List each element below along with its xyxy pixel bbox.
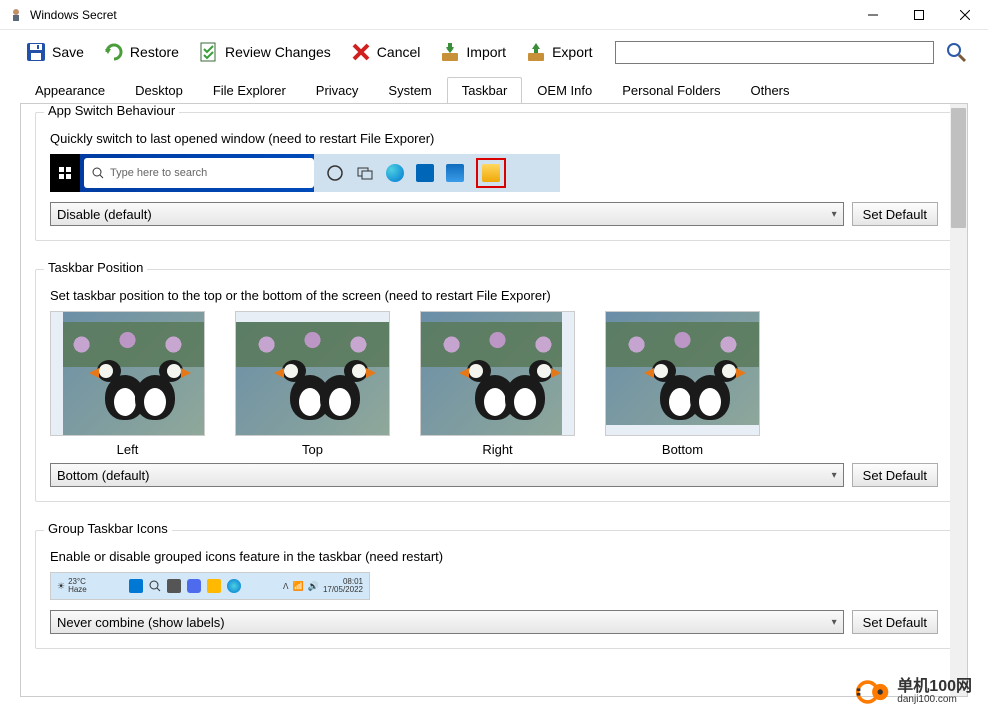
preview-folder-icon [207,579,221,593]
preview-store-icon [416,164,434,182]
tab-bar: Appearance Desktop File Explorer Privacy… [0,76,988,103]
search-icon[interactable] [944,40,968,64]
tab-appearance[interactable]: Appearance [20,77,120,104]
tab-file-explorer[interactable]: File Explorer [198,77,301,104]
desc-position: Set taskbar position to the top or the b… [50,288,938,303]
export-label: Export [552,44,592,60]
group-taskbar-position: Taskbar Position Set taskbar position to… [35,269,953,502]
preview-date: 17/05/2022 [323,586,363,594]
preview-search-text: Type here to search [110,167,207,179]
maximize-button[interactable] [896,0,942,30]
tab-desktop[interactable]: Desktop [120,77,198,104]
preview-taskbar-switch: Type here to search [50,154,560,192]
thumb-label-top: Top [302,442,323,457]
cancel-icon [349,40,373,64]
desc-group: Enable or disable grouped icons feature … [50,549,938,564]
thumb-label-bottom: Bottom [662,442,703,457]
import-label: Import [466,44,506,60]
tab-privacy[interactable]: Privacy [301,77,374,104]
tab-taskbar[interactable]: Taskbar [447,77,523,104]
watermark: 单机100网 danji100.com [855,674,972,710]
content-panel: App Switch Behaviour Quickly switch to l… [20,103,968,697]
preview-search-box: Type here to search [84,158,314,188]
group-taskbar-icons: Group Taskbar Icons Enable or disable gr… [35,530,953,649]
thumb-right[interactable] [420,311,575,436]
thumb-label-right: Right [482,442,512,457]
minimize-button[interactable] [850,0,896,30]
tab-oem-info[interactable]: OEM Info [522,77,607,104]
preview-start-icon [50,154,80,192]
dropdown-group[interactable]: Never combine (show labels) [50,610,844,634]
thumb-top[interactable] [235,311,390,436]
export-icon [524,40,548,64]
preview-tv-icon [167,579,181,593]
cancel-label: Cancel [377,44,421,60]
titlebar: Windows Secret [0,0,988,30]
watermark-cn: 单机100网 [897,679,972,695]
btn-default-position[interactable]: Set Default [852,463,938,487]
cancel-button[interactable]: Cancel [345,38,425,66]
dropdown-position[interactable]: Bottom (default) [50,463,844,487]
save-icon [24,40,48,64]
window-title: Windows Secret [30,8,850,22]
preview-grouped-taskbar: ☀ 23°C Haze ᐱ 📶 🔊 [50,572,370,600]
preview-search-icon [149,580,161,592]
toolbar: Save Restore Review Changes Cancel Impor… [0,30,988,74]
review-label: Review Changes [225,44,331,60]
restore-button[interactable]: Restore [98,38,183,66]
btn-default-group[interactable]: Set Default [852,610,938,634]
thumb-label-left: Left [117,442,139,457]
preview-taskview-icon [356,164,374,182]
preview-edge2-icon [227,579,241,593]
thumb-bottom[interactable] [605,311,760,436]
preview-cortana-icon [326,164,344,182]
watermark-en: danji100.com [897,695,972,705]
preview-explorer-icon [482,164,500,182]
desc-app-switch: Quickly switch to last opened window (ne… [50,131,938,146]
preview-haze: Haze [68,586,87,594]
preview-weather-icon: ☀ [57,581,65,592]
legend-group: Group Taskbar Icons [44,521,172,536]
preview-win-icon [129,579,143,593]
app-icon [8,7,24,23]
scrollbar-thumb[interactable] [951,108,966,228]
save-label: Save [52,44,84,60]
scrollbar[interactable] [950,104,967,696]
preview-mail-icon [446,164,464,182]
tab-others[interactable]: Others [736,77,805,104]
thumb-left[interactable] [50,311,205,436]
tab-system[interactable]: System [373,77,446,104]
preview-tray-vol-icon: 🔊 [308,581,319,592]
preview-tray-chevron-icon: ᐱ [283,582,288,591]
review-icon [197,40,221,64]
preview-edge-icon [386,164,404,182]
preview-explorer-highlight [476,158,506,188]
preview-chat-icon [187,579,201,593]
legend-position: Taskbar Position [44,260,147,275]
close-button[interactable] [942,0,988,30]
watermark-logo-icon [855,674,891,710]
import-icon [438,40,462,64]
restore-icon [102,40,126,64]
btn-default-app-switch[interactable]: Set Default [852,202,938,226]
restore-label: Restore [130,44,179,60]
save-button[interactable]: Save [20,38,88,66]
export-button[interactable]: Export [520,38,596,66]
legend-app-switch: App Switch Behaviour [44,104,179,118]
dropdown-app-switch[interactable]: Disable (default) [50,202,844,226]
import-button[interactable]: Import [434,38,510,66]
group-app-switch: App Switch Behaviour Quickly switch to l… [35,112,953,241]
tab-personal-folders[interactable]: Personal Folders [607,77,735,104]
search-input[interactable] [615,41,934,64]
preview-tray-wifi-icon: 📶 [293,581,304,592]
review-button[interactable]: Review Changes [193,38,335,66]
